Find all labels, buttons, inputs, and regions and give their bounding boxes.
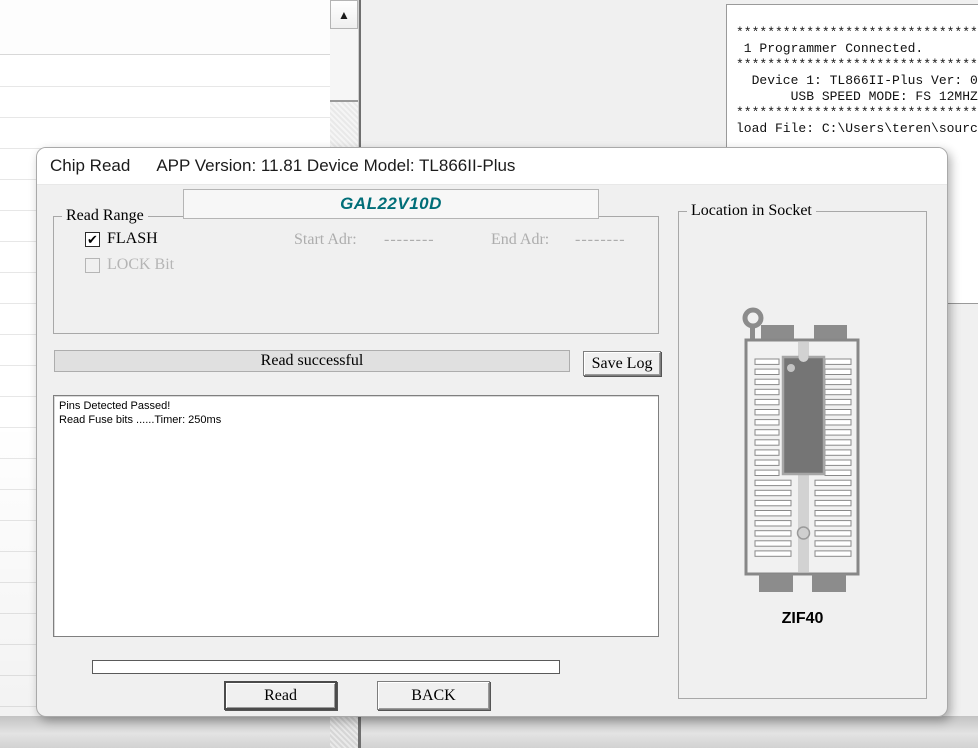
location-in-socket-label: Location in Socket [687, 202, 816, 220]
start-adr-label: Start Adr: [294, 231, 357, 249]
bottom-strip [0, 716, 978, 748]
chip-name-panel: GAL22V10D [183, 189, 599, 219]
chip-name: GAL22V10D [340, 194, 442, 214]
save-log-label: Save Log [592, 355, 653, 373]
start-adr-value: -------- [384, 231, 435, 249]
end-adr-value: -------- [575, 231, 626, 249]
scrollbar-up-button[interactable]: ▲ [330, 0, 358, 29]
back-button[interactable]: BACK [377, 681, 490, 710]
end-adr-label: End Adr: [491, 231, 549, 249]
socket-lever-icon [745, 310, 761, 326]
read-button[interactable]: Read [224, 681, 337, 710]
dialog-title: Chip Read [50, 156, 130, 176]
read-button-label: Read [264, 687, 297, 705]
up-arrow-icon: ▲ [338, 9, 350, 21]
lock-bit-checkbox[interactable] [85, 258, 100, 273]
console-text: ****************************************… [727, 5, 978, 145]
back-button-label: BACK [411, 687, 455, 705]
save-log-button[interactable]: Save Log [583, 351, 661, 376]
socket-type-label: ZIF40 [678, 610, 927, 628]
checkmark-icon: ✔ [87, 233, 98, 246]
result-log-text: Pins Detected Passed! Read Fuse bits ...… [54, 396, 658, 430]
dialog-subtitle: APP Version: 11.81 Device Model: TL866II… [156, 156, 515, 176]
chip-icon [783, 357, 824, 474]
lock-bit-label: LOCK Bit [107, 256, 174, 274]
flash-label: FLASH [107, 230, 158, 248]
bottom-scrollbar-strip [330, 716, 358, 748]
status-text: Read successful [261, 352, 364, 370]
status-bar: Read successful [54, 350, 570, 372]
device-list-header [0, 0, 330, 55]
zif-socket-graphic [736, 304, 866, 599]
read-range-label: Read Range [62, 207, 148, 225]
bottom-panel-divider [358, 716, 361, 748]
dialog-title-bar[interactable]: Chip Read APP Version: 11.81 Device Mode… [37, 148, 947, 185]
flash-checkbox[interactable]: ✔ [85, 232, 100, 247]
progress-bar [92, 660, 560, 674]
chip-read-dialog: Chip Read APP Version: 11.81 Device Mode… [36, 147, 948, 717]
result-log-area[interactable]: Pins Detected Passed! Read Fuse bits ...… [53, 395, 659, 637]
